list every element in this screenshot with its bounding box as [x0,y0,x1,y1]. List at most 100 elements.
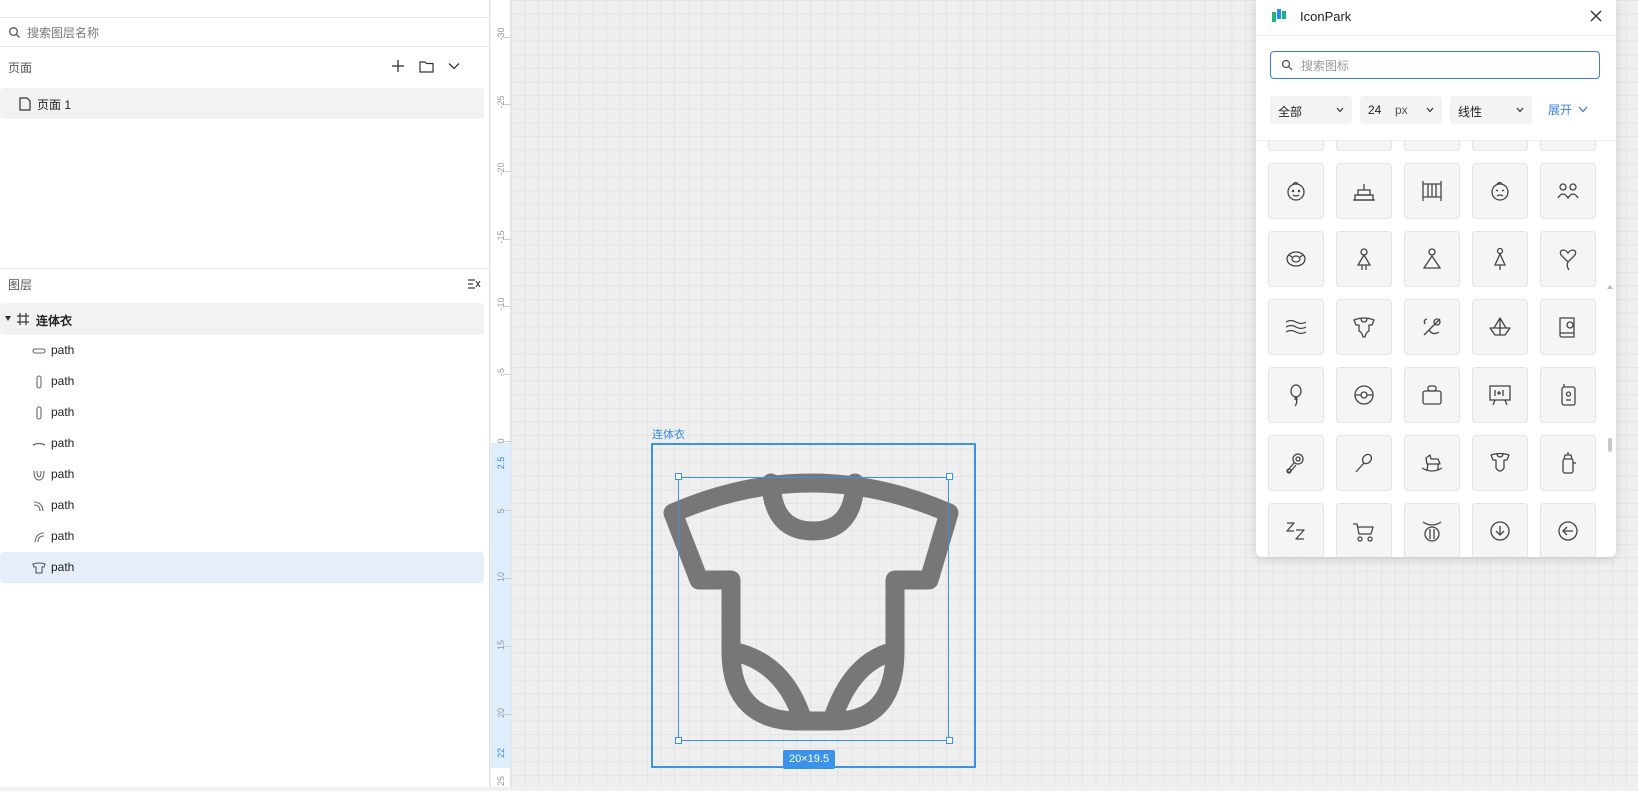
scroll-up-arrow-icon[interactable] [1607,285,1613,289]
icon-cell-rattle-stick[interactable] [1336,435,1392,491]
arc-line-icon [32,442,46,446]
icon-cell-baby-face[interactable] [1268,163,1324,219]
icon-cell-sleep[interactable] [1268,503,1324,557]
layer-label: path [51,467,75,481]
layer-row[interactable]: path [0,490,484,521]
icon-cell-wave[interactable] [1268,299,1324,355]
layer-row[interactable]: path [0,366,484,397]
icon-search-input[interactable] [1299,56,1593,76]
layer-frame-item[interactable]: 连体衣 [0,303,484,335]
vertical-capsule-icon [36,406,42,420]
icon-cell-baby-book[interactable] [1540,299,1596,355]
icon-cell[interactable] [1472,141,1528,151]
baby-book-icon [1559,317,1575,338]
layer-row[interactable]: path [0,459,484,490]
icon-cell-blackboard[interactable] [1472,367,1528,423]
icon-cell-stroller[interactable] [1336,503,1392,557]
ruler-label: -15 [496,230,506,244]
icon-cell-woman[interactable] [1404,231,1460,287]
rattle-stick-icon [1355,453,1373,473]
icon-cell-rocking-horse[interactable] [1404,435,1460,491]
icon-cell-left-circle[interactable] [1540,503,1596,557]
layer-row[interactable]: path [0,521,484,552]
layer-row[interactable]: path [0,335,484,366]
onesie-icon [1353,317,1375,338]
folder-icon [418,60,434,73]
resize-handle-top-right[interactable] [946,473,953,480]
layer-row-selected[interactable]: path [0,552,484,583]
icon-cell-swim-ring[interactable] [1268,231,1324,287]
swim-ring-icon [1286,251,1306,267]
category-value: 全部 [1278,105,1303,119]
category-select[interactable]: 全部 [1270,96,1352,124]
style-select[interactable]: 线性 [1450,96,1532,124]
crib-icon [1422,181,1442,201]
birthday-cake-icon [1353,184,1375,201]
collapse-layers-button[interactable] [465,275,483,293]
add-page-button[interactable] [389,57,407,75]
icon-cell-crib[interactable] [1404,163,1460,219]
page-item[interactable]: 页面 1 [0,88,484,119]
frame-label[interactable]: 连体衣 [652,426,685,442]
icon-cell[interactable] [1404,141,1460,151]
layer-search-input[interactable] [25,22,469,44]
resize-handle-bottom-left[interactable] [675,737,682,744]
ruler-label: 10 [496,572,506,583]
icon-cell-heart-balloon[interactable] [1540,231,1596,287]
ruler-label: 5 [496,508,506,514]
icon-cell-birthday-cake[interactable] [1336,163,1392,219]
add-folder-button[interactable] [417,57,435,75]
icon-cell-baby-mobile[interactable] [1404,503,1460,557]
baby-box-icon [1422,385,1442,405]
icon-cell-down-circle[interactable] [1472,503,1528,557]
chevron-down-icon [1336,107,1344,113]
baby-phone-icon [1561,384,1576,406]
icon-cell[interactable] [1336,141,1392,151]
resize-handle-top-left[interactable] [675,473,682,480]
blackboard-icon [1489,385,1511,406]
girl-icon [1356,248,1372,270]
icon-cell-crying-baby[interactable] [1472,163,1528,219]
icon-cell-rattle[interactable] [1268,435,1324,491]
search-icon [9,27,20,38]
icon-cell-pacifier[interactable] [1404,299,1460,355]
vertical-ruler: -30 -25 -20 -15 -10 -5 0 2.5 5 10 15 20 … [491,0,511,787]
icon-cell-baby-phone[interactable] [1540,367,1596,423]
icon-cell[interactable] [1540,141,1596,151]
collapse-all-icon [468,279,481,289]
expand-label: 展开 [1548,103,1573,117]
crying-baby-icon [1491,181,1509,201]
layer-label: path [51,560,75,574]
pages-actions [389,57,463,75]
chevron-down-icon [1578,106,1588,113]
layer-label: path [51,498,75,512]
frame-name: 连体衣 [36,314,73,328]
close-button[interactable] [1586,6,1606,26]
icon-cell-onesie[interactable] [1336,299,1392,355]
size-select[interactable]: 24 px [1360,96,1442,124]
ruler-label: -10 [496,297,506,311]
icon-cell-ball[interactable] [1336,367,1392,423]
icon-cell-baby-box[interactable] [1404,367,1460,423]
icon-cell-family[interactable] [1540,163,1596,219]
icon-cell[interactable] [1268,141,1324,151]
icon-cell-girl[interactable] [1336,231,1392,287]
path-selection-box[interactable] [678,477,949,741]
expand-filters-button[interactable]: 展开 [1548,101,1588,118]
icon-cell-baby-onesie[interactable] [1472,435,1528,491]
icon-cell-paper-boat[interactable] [1472,299,1528,355]
expand-triangle-icon[interactable] [5,316,11,321]
layer-row[interactable]: path [0,428,484,459]
layer-row[interactable]: path [0,397,484,428]
ruler-label: -30 [496,27,506,41]
plus-icon [392,60,404,72]
icon-cell-baby-bottle[interactable] [1540,435,1596,491]
icon-cell-balloon[interactable] [1268,367,1324,423]
resize-handle-bottom-right[interactable] [946,737,953,744]
icon-grid [1256,140,1616,557]
icon-cell-girl-dress[interactable] [1472,231,1528,287]
scrollbar-thumb[interactable] [1608,438,1612,452]
collapse-pages-button[interactable] [445,57,463,75]
ruler-label: 15 [496,640,506,651]
paper-boat-icon [1489,317,1511,336]
